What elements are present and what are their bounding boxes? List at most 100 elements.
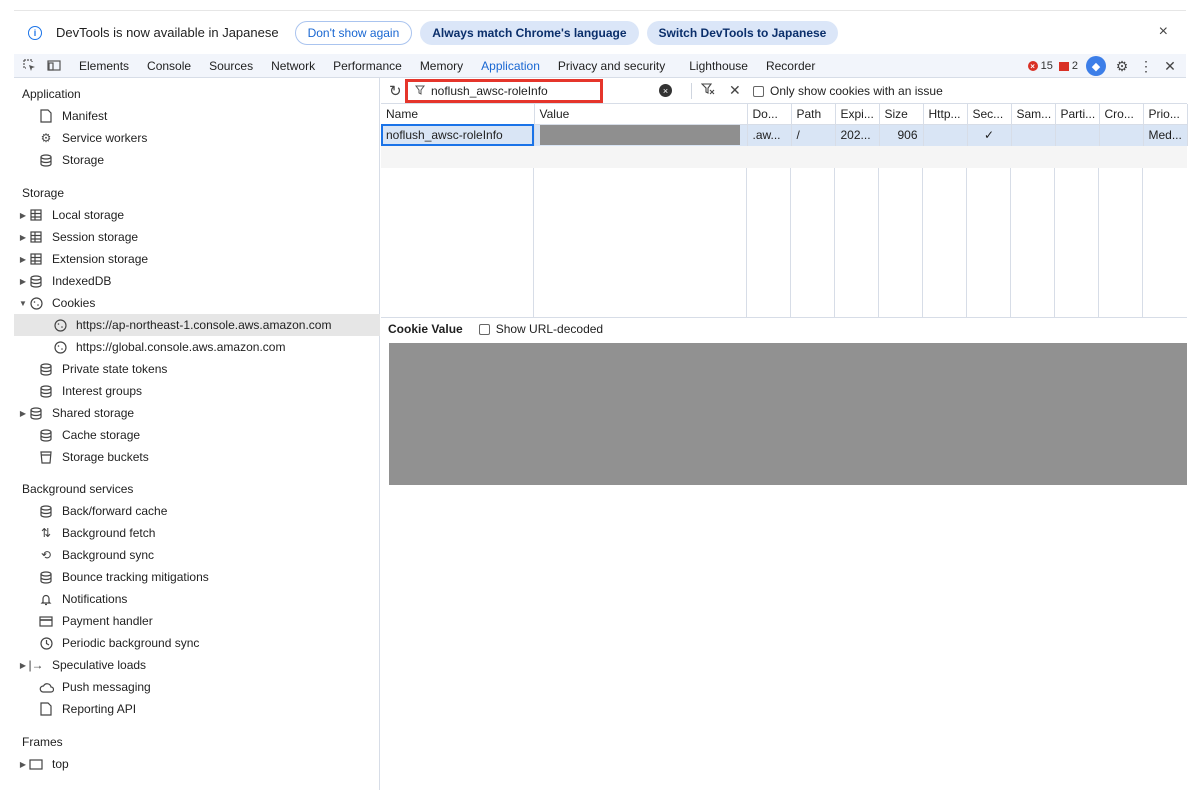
sidebar-item-label: Manifest: [62, 109, 108, 123]
sidebar-item-bounce-tracking[interactable]: Bounce tracking mitigations: [14, 566, 380, 588]
section-title-storage: Storage: [22, 186, 65, 200]
sidebar-item-storage-buckets[interactable]: Storage buckets: [14, 446, 380, 468]
sidebar-item-label: Bounce tracking mitigations: [62, 570, 209, 584]
sidebar-item-notifications[interactable]: Notifications: [14, 588, 380, 610]
more-options-icon[interactable]: ⋮: [1138, 58, 1154, 75]
error-count-badge[interactable]: × 15 2: [1027, 60, 1078, 72]
settings-gear-icon[interactable]: ⚙: [1114, 58, 1130, 75]
cell-cross-site[interactable]: [1099, 124, 1144, 146]
expand-arrow-icon[interactable]: ▶: [18, 233, 28, 242]
cell-secure[interactable]: ✓: [967, 124, 1012, 146]
sidebar-item-frame-top[interactable]: ▶ top: [14, 753, 380, 775]
inspect-element-icon[interactable]: [22, 58, 38, 74]
always-match-language-button[interactable]: Always match Chrome's language: [420, 20, 639, 45]
expand-arrow-icon[interactable]: ▶: [18, 211, 28, 220]
cell-path[interactable]: /: [791, 124, 836, 146]
sidebar-item-interest-groups[interactable]: Interest groups: [14, 380, 380, 402]
sidebar-item-push-messaging[interactable]: Push messaging: [14, 676, 380, 698]
sidebar-item-cookie-origin-global[interactable]: https://global.console.aws.amazon.com: [14, 336, 380, 358]
column-header-value[interactable]: Value: [534, 104, 748, 125]
cell-name[interactable]: noflush_awsc-roleInfo: [381, 124, 535, 146]
sidebar-item-payment-handler[interactable]: Payment handler: [14, 610, 380, 632]
dont-show-again-button[interactable]: Don't show again: [294, 20, 413, 45]
sidebar-item-cookie-origin-ap-northeast[interactable]: https://ap-northeast-1.console.aws.amazo…: [14, 314, 380, 336]
column-header-size[interactable]: Size: [879, 104, 924, 125]
sidebar-item-reporting-api[interactable]: Reporting API: [14, 698, 380, 720]
column-header-name[interactable]: Name: [381, 104, 535, 125]
sidebar-item-background-sync[interactable]: ⟲ Background sync: [14, 544, 380, 566]
cell-samesite[interactable]: [1011, 124, 1056, 146]
sidebar-item-manifest[interactable]: Manifest: [14, 105, 380, 127]
sidebar-item-private-state-tokens[interactable]: Private state tokens: [14, 358, 380, 380]
frame-icon: [28, 757, 44, 771]
sidebar-item-speculative-loads[interactable]: ▶ |→ Speculative loads: [14, 654, 380, 676]
column-header-path[interactable]: Path: [791, 104, 836, 125]
column-header-priority[interactable]: Prio...: [1143, 104, 1188, 125]
devtools-tabbar: Elements Console Sources Network Perform…: [14, 54, 1186, 78]
clear-filter-icon[interactable]: ×: [659, 84, 672, 97]
delete-all-icon[interactable]: ✕: [729, 82, 741, 99]
tab-console[interactable]: Console: [138, 54, 200, 78]
cell-domain[interactable]: .aw...: [747, 124, 792, 146]
sidebar-item-back-forward-cache[interactable]: Back/forward cache: [14, 500, 380, 522]
sidebar-item-storage[interactable]: Storage: [14, 149, 380, 171]
error-icon: ×: [1027, 61, 1038, 71]
expand-arrow-icon[interactable]: ▶: [18, 760, 28, 769]
sidebar-item-periodic-background-sync[interactable]: Periodic background sync: [14, 632, 380, 654]
sidebar-item-local-storage[interactable]: ▶ Local storage: [14, 204, 380, 226]
sidebar-item-label: Service workers: [62, 131, 148, 145]
expand-arrow-icon[interactable]: ▶: [18, 409, 28, 418]
gears-icon: ⚙: [40, 131, 52, 145]
infobar-close-icon[interactable]: ×: [1159, 23, 1168, 41]
sidebar-item-indexeddb[interactable]: ▶ IndexedDB: [14, 270, 380, 292]
device-toolbar-icon[interactable]: [46, 58, 62, 74]
checkbox-box[interactable]: [753, 85, 764, 97]
cookies-toolbar: ↻ noflush_awsc-roleInfo × ✕ Only show co…: [381, 78, 1187, 104]
clear-filtered-cookies-icon[interactable]: [700, 82, 715, 99]
tab-application[interactable]: Application: [472, 54, 549, 78]
sidebar-item-background-fetch[interactable]: ⇅ Background fetch: [14, 522, 380, 544]
bell-icon: [38, 592, 54, 606]
only-issues-checkbox[interactable]: Only show cookies with an issue: [753, 84, 943, 98]
cell-httponly[interactable]: [923, 124, 968, 146]
sidebar-item-service-workers[interactable]: ⚙ Service workers: [14, 127, 380, 149]
cell-size[interactable]: 906: [879, 124, 924, 146]
tab-lighthouse[interactable]: Lighthouse: [680, 54, 757, 78]
sidebar-item-cache-storage[interactable]: Cache storage: [14, 424, 380, 446]
tab-elements[interactable]: Elements: [70, 54, 138, 78]
expand-arrow-icon[interactable]: ▶: [18, 661, 28, 670]
collapse-arrow-icon[interactable]: ▼: [18, 299, 28, 308]
sidebar-item-label: Storage buckets: [62, 450, 149, 464]
expand-arrow-icon[interactable]: ▶: [18, 277, 28, 286]
column-header-partition[interactable]: Parti...: [1055, 104, 1100, 125]
column-header-cross-site[interactable]: Cro...: [1099, 104, 1144, 125]
toolbar-divider: [691, 83, 692, 99]
column-header-domain[interactable]: Do...: [747, 104, 792, 125]
cell-expires[interactable]: 202...: [835, 124, 880, 146]
ai-assistance-icon[interactable]: ◆: [1086, 56, 1106, 76]
tab-network[interactable]: Network: [262, 54, 324, 78]
sidebar-item-label: Background sync: [62, 548, 155, 562]
close-devtools-icon[interactable]: ✕: [1162, 58, 1178, 75]
switch-to-japanese-button[interactable]: Switch DevTools to Japanese: [646, 20, 839, 45]
sidebar-item-session-storage[interactable]: ▶ Session storage: [14, 226, 380, 248]
sidebar-item-extension-storage[interactable]: ▶ Extension storage: [14, 248, 380, 270]
sidebar-item-cookies[interactable]: ▼ Cookies: [14, 292, 380, 314]
expand-arrow-icon[interactable]: ▶: [18, 255, 28, 264]
column-header-httponly[interactable]: Http...: [923, 104, 968, 125]
cell-priority[interactable]: Med...: [1143, 124, 1188, 146]
table-grid-icon: [28, 208, 44, 222]
table-row[interactable]: noflush_awsc-roleInfo .aw... / 202... 90…: [381, 124, 1188, 146]
tab-performance[interactable]: Performance: [324, 54, 411, 78]
tab-sources[interactable]: Sources: [200, 54, 262, 78]
sidebar-item-shared-storage[interactable]: ▶ Shared storage: [14, 402, 380, 424]
column-header-expires[interactable]: Expi...: [835, 104, 880, 125]
column-header-secure[interactable]: Sec...: [967, 104, 1012, 125]
column-header-samesite[interactable]: Sam...: [1011, 104, 1056, 125]
show-url-decoded-checkbox[interactable]: [478, 323, 490, 335]
cell-partition[interactable]: [1055, 124, 1100, 146]
tab-privacy-security[interactable]: Privacy and security: [549, 54, 674, 78]
tab-memory[interactable]: Memory: [411, 54, 472, 78]
tab-recorder[interactable]: Recorder: [757, 54, 824, 78]
cell-value[interactable]: [534, 124, 748, 146]
